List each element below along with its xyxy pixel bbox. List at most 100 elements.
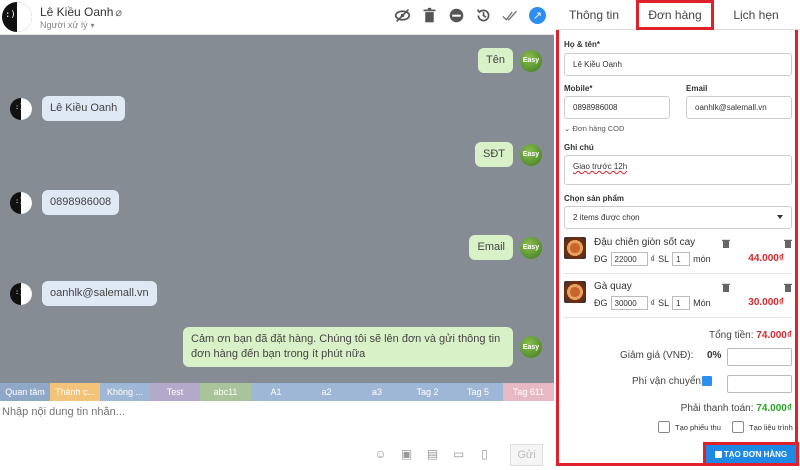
tag-chip[interactable]: Không ... [100, 383, 150, 401]
total-label: Tổng tiền: [709, 330, 754, 341]
qty-input[interactable]: 1 [672, 252, 691, 266]
contact-name-text: Lê Kiều Oanh [40, 5, 114, 19]
quick-reply-icon[interactable]: ▭ [451, 446, 466, 461]
product-image [564, 237, 586, 259]
note-label: Ghi chú [564, 143, 594, 152]
save-icon [714, 450, 722, 458]
price-label: ĐG [594, 298, 608, 308]
message-out: SĐT Easy [475, 142, 542, 167]
currency-symbol: ₫ [650, 298, 656, 308]
qty-label: SL [658, 298, 670, 308]
product-select[interactable]: 2 items được chọn [564, 206, 792, 229]
header-actions: ↗ [394, 7, 546, 24]
create-order-highlight: TẠO ĐƠN HÀNG [703, 442, 799, 466]
price-label: ĐG [594, 254, 608, 264]
message-in: :) 0898986008 [10, 190, 120, 215]
qty-input[interactable]: 1 [672, 296, 691, 310]
product-select-label: Chọn sản phẩm [564, 194, 625, 203]
qty-label: SL [658, 254, 670, 264]
attach-file-icon[interactable]: ▯ [477, 446, 492, 461]
tag-chip[interactable]: Tag 5 [453, 383, 503, 401]
note-field[interactable]: Giao trước 12h [564, 155, 792, 185]
name-label: Họ & tên* [564, 40, 600, 49]
create-order-button[interactable]: TẠO ĐƠN HÀNG [706, 445, 796, 463]
tag-chip[interactable]: Thành c... [50, 383, 100, 401]
tab-order[interactable]: Đơn hàng [636, 0, 714, 30]
shipping-input[interactable] [727, 375, 792, 393]
schedule-label: Tạo liệu trình [749, 423, 793, 432]
emoji-icon[interactable]: ☺ [373, 446, 388, 461]
unit-label: Món [693, 298, 711, 308]
product-total: 30.000₫ [748, 297, 784, 308]
note-value: Giao trước 12h [573, 162, 628, 171]
tag-chip[interactable]: Test [150, 383, 200, 401]
tab-appointment[interactable]: Lịch hẹn [716, 0, 796, 30]
trash-icon[interactable] [784, 283, 792, 292]
message-bubble: SĐT [475, 142, 513, 167]
receipt-label: Tạo phiếu thu [675, 423, 721, 432]
message-out: Email Easy [469, 235, 542, 260]
divider [564, 273, 792, 274]
email-field[interactable]: oanhlk@salemall.vn [686, 96, 792, 119]
trash-icon[interactable] [784, 239, 792, 248]
mobile-label: Mobile* [564, 84, 593, 93]
gallery-icon[interactable]: ▤ [425, 446, 440, 461]
message-input[interactable] [0, 403, 540, 421]
tag-chip[interactable]: A1 [251, 383, 301, 401]
tag-bar: Quan tâm Thành c... Không ... Test abc11… [0, 383, 554, 401]
bot-avatar: Easy [520, 336, 542, 358]
history-icon[interactable] [475, 7, 492, 24]
tab-info[interactable]: Thông tin [556, 0, 632, 30]
message-bubble: 0898986008 [42, 190, 120, 215]
external-link-icon[interactable]: ↗ [529, 7, 546, 24]
message-list: Tên Easy :) Lê Kiều Oanh SĐT Easy :) 089… [0, 35, 554, 383]
contact-avatar-small: :) [10, 191, 32, 214]
handler-dropdown[interactable]: Người xử lý ▾ [40, 20, 94, 30]
receipt-checkbox[interactable] [658, 421, 670, 433]
send-button[interactable]: Gửi [510, 444, 543, 466]
message-out: Cảm ơn bạn đã đặt hàng. Chúng tôi sẽ lên… [183, 327, 542, 367]
tag-chip[interactable]: a2 [301, 383, 352, 401]
calculator-icon[interactable] [702, 376, 712, 386]
image-icon[interactable]: ▣ [399, 446, 414, 461]
product-row: ĐG 30000 ₫ SL 1 Món [594, 296, 711, 310]
total-value: 74.000₫ [756, 330, 792, 341]
block-icon[interactable] [448, 7, 465, 24]
discount-percent[interactable]: 0% [707, 350, 721, 361]
hide-eye-icon[interactable] [394, 7, 411, 24]
chevron-down-icon [777, 215, 783, 219]
total-row: Tổng tiền: 74.000₫ [709, 330, 792, 341]
trash-icon[interactable] [722, 283, 730, 292]
tag-chip[interactable]: a3 [352, 383, 402, 401]
message-in: :) Lê Kiều Oanh [10, 96, 126, 121]
shipping-label: Phí vận chuyển: [632, 376, 704, 387]
tag-chip[interactable]: Tag 2 [402, 383, 453, 401]
cod-toggle[interactable]: ⌄ Đơn hàng COD [564, 124, 624, 133]
chevron-down-icon: ⌄ [564, 124, 571, 133]
name-field[interactable]: Lê Kiều Oanh [564, 53, 792, 76]
message-bubble: Email [469, 235, 513, 260]
trash-icon[interactable] [722, 239, 730, 248]
contact-avatar[interactable]: :) [2, 2, 32, 32]
trash-icon[interactable] [421, 7, 438, 24]
tag-chip[interactable]: Quan tâm [0, 383, 50, 401]
message-bubble: oanhlk@salemall.vn [42, 281, 157, 306]
price-input[interactable]: 30000 [610, 296, 648, 310]
schedule-checkbox[interactable] [732, 421, 744, 433]
contact-avatar-small: :) [10, 282, 32, 305]
composer: ☺ ▣ ▤ ▭ ▯ Gửi [0, 401, 554, 470]
tag-chip[interactable]: abc11 [200, 383, 251, 401]
email-value: oanhlk@salemall.vn [695, 103, 767, 112]
discount-label: Giảm giá (VNĐ): [620, 350, 694, 361]
message-in: :) oanhlk@salemall.vn [10, 281, 157, 306]
tag-chip[interactable]: Tag 611 [503, 383, 554, 401]
contact-avatar-small: :) [10, 97, 32, 120]
mobile-field[interactable]: 0898986008 [564, 96, 670, 119]
double-check-icon[interactable] [502, 7, 519, 24]
price-input[interactable]: 22000 [610, 252, 648, 266]
chat-header: :) Lê Kiều Oanh ⌀ Người xử lý ▾ ↗ [0, 0, 554, 35]
order-panel: Thông tin Đơn hàng Lịch hẹn Họ & tên* Lê… [556, 0, 800, 470]
contact-name[interactable]: Lê Kiều Oanh ⌀ [40, 5, 122, 19]
pay-label: Phải thanh toán: [680, 403, 754, 414]
discount-input[interactable] [727, 348, 792, 366]
